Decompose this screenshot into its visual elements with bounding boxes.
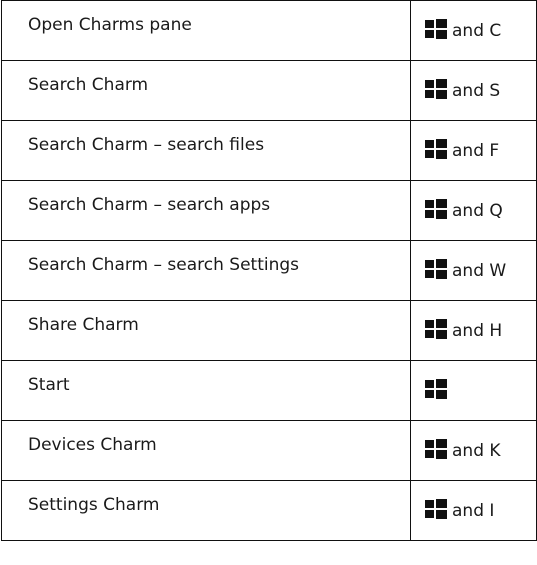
key-cell (410, 360, 537, 421)
windows-key-icon (425, 379, 447, 399)
key-combination: and I (425, 499, 495, 521)
key-combination: and F (425, 139, 500, 161)
action-label: Search Charm – search files (28, 135, 265, 155)
key-combination (425, 379, 452, 401)
key-combination: and K (425, 439, 501, 461)
key-cell: and I (410, 480, 537, 541)
windows-key-icon (425, 319, 447, 339)
key-combination: and C (425, 19, 502, 41)
key-cell: and K (410, 420, 537, 481)
key-combination: and H (425, 319, 503, 341)
key-combination: and W (425, 259, 507, 281)
table-row: Search Charm – search files and F (1, 120, 537, 181)
key-cell: and W (410, 240, 537, 301)
key-combination: and S (425, 79, 501, 101)
action-cell: Start (1, 360, 411, 421)
key-suffix: and C (452, 21, 502, 41)
action-label: Search Charm – search Settings (28, 255, 300, 275)
key-suffix: and H (452, 321, 503, 341)
action-label: Start (28, 375, 70, 395)
key-suffix: and F (452, 141, 500, 161)
key-cell: and C (410, 0, 537, 61)
key-suffix: and S (452, 81, 501, 101)
action-label: Settings Charm (28, 495, 160, 515)
table-row: Search Charm and S (1, 60, 537, 121)
action-label: Search Charm – search apps (28, 195, 271, 215)
action-cell: Share Charm (1, 300, 411, 361)
action-cell: Settings Charm (1, 480, 411, 541)
shortcuts-table: Open Charms pane and C Search Charm and S Se… (1, 0, 537, 541)
key-cell: and H (410, 300, 537, 361)
action-cell: Search Charm – search files (1, 120, 411, 181)
action-label: Devices Charm (28, 435, 157, 455)
windows-key-icon (425, 199, 447, 219)
table-row: Search Charm – search Settings and W (1, 240, 537, 301)
action-label: Search Charm (28, 75, 149, 95)
windows-key-icon (425, 19, 447, 39)
action-label: Share Charm (28, 315, 139, 335)
action-cell: Devices Charm (1, 420, 411, 481)
windows-key-icon (425, 139, 447, 159)
key-suffix: and K (452, 441, 501, 461)
table-row: Search Charm – search apps and Q (1, 180, 537, 241)
key-cell: and F (410, 120, 537, 181)
key-suffix: and Q (452, 201, 503, 221)
action-cell: Search Charm – search apps (1, 180, 411, 241)
action-cell: Search Charm (1, 60, 411, 121)
table-row: Open Charms pane and C (1, 0, 537, 61)
action-label: Open Charms pane (28, 15, 192, 35)
key-suffix: and W (452, 261, 507, 281)
table-row: Devices Charm and K (1, 420, 537, 481)
action-cell: Search Charm – search Settings (1, 240, 411, 301)
windows-key-icon (425, 79, 447, 99)
table-row: Settings Charm and I (1, 480, 537, 541)
shortcuts-table-body: Open Charms pane and C Search Charm and S Se… (1, 0, 537, 541)
key-cell: and Q (410, 180, 537, 241)
windows-key-icon (425, 259, 447, 279)
windows-key-icon (425, 499, 447, 519)
table-row: Share Charm and H (1, 300, 537, 361)
key-combination: and Q (425, 199, 503, 221)
key-cell: and S (410, 60, 537, 121)
windows-key-icon (425, 439, 447, 459)
table-row: Start (1, 360, 537, 421)
key-suffix: and I (452, 501, 495, 521)
action-cell: Open Charms pane (1, 0, 411, 61)
